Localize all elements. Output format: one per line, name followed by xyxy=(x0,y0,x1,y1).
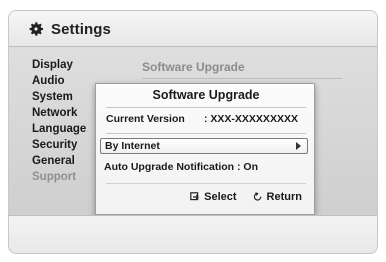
menu-item-display[interactable]: Display xyxy=(32,58,132,73)
select-icon xyxy=(190,192,200,202)
return-action[interactable]: Return xyxy=(253,191,302,203)
chevron-right-icon xyxy=(296,142,301,150)
submenu-divider xyxy=(142,78,342,79)
by-internet-label: By Internet xyxy=(105,140,160,152)
screen: Settings Display Audio System Network La… xyxy=(0,0,386,262)
title-wrap: Settings xyxy=(27,19,111,39)
dialog-bottom-divider xyxy=(106,183,306,184)
titlebar: Settings xyxy=(9,11,377,47)
auto-upgrade-notification[interactable]: Auto Upgrade Notification : On xyxy=(104,161,258,173)
submenu-title: Software Upgrade xyxy=(142,60,245,74)
version-divider xyxy=(106,133,306,134)
return-icon xyxy=(253,192,263,202)
footer-bar xyxy=(9,215,377,253)
return-label: Return xyxy=(266,191,302,203)
select-action[interactable]: Select xyxy=(190,191,237,203)
by-internet-option[interactable]: By Internet xyxy=(100,138,308,154)
select-label: Select xyxy=(204,191,237,203)
tv-frame: Settings Display Audio System Network La… xyxy=(8,10,378,254)
dialog-title: Software Upgrade xyxy=(152,88,260,102)
dialog-divider xyxy=(106,107,306,108)
software-upgrade-dialog: Software Upgrade Current Version : XXX-X… xyxy=(95,83,315,215)
page-title: Settings xyxy=(51,20,111,38)
gear-icon xyxy=(27,20,45,38)
current-version-value: : XXX-XXXXXXXXX xyxy=(204,113,298,125)
current-version-label: Current Version xyxy=(106,113,185,125)
dialog-actions: Select Return xyxy=(190,191,302,203)
